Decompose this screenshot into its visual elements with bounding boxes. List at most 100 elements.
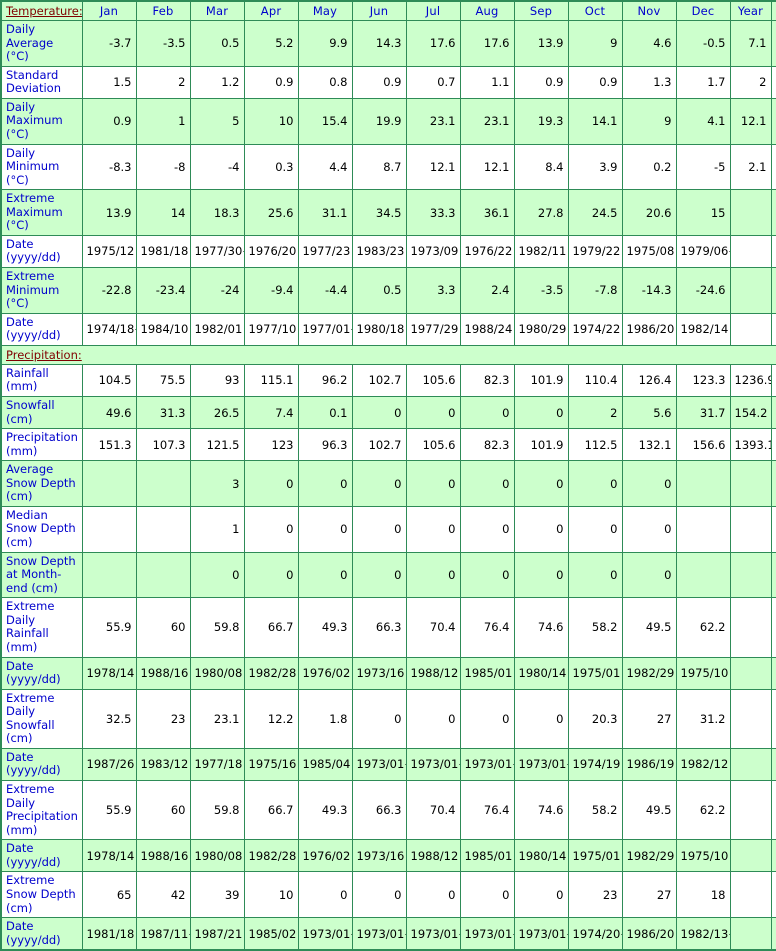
data-cell: 96.2 — [297, 363, 353, 397]
row-label: Date (yyyy/dd) — [0, 917, 83, 951]
data-cell: 93 — [189, 363, 245, 397]
table-row: Extreme Daily Rainfall (mm) 55.9 60 59.8 66.… — [0, 597, 776, 658]
code-cell — [770, 234, 776, 269]
data-cell: 7.1 — [729, 20, 772, 67]
code-cell: D — [770, 97, 776, 145]
data-cell — [675, 505, 731, 553]
data-cell: 34.5 — [351, 189, 407, 236]
data-cell: 5.6 — [621, 395, 677, 430]
data-cell: 2.1 — [729, 143, 772, 191]
data-cell: 0 — [567, 505, 623, 553]
data-cell: 1973/09 — [405, 234, 461, 269]
data-cell: 1982/29 — [621, 656, 677, 690]
data-cell: 75.5 — [135, 363, 191, 397]
row-label: Snow Depth at Month-end (cm) — [0, 551, 83, 599]
data-cell: 102.7 — [351, 428, 407, 462]
row-label: Extreme Snow Depth (cm) — [0, 871, 83, 919]
table-row: Date (yyyy/dd) 1978/14 1988/16 1980/08 1982/… — [0, 656, 776, 690]
data-cell: 1987/21 — [189, 917, 245, 951]
data-cell: 1986/20 — [621, 917, 677, 951]
column-header-may: May — [297, 0, 353, 21]
data-cell: -3.7 — [81, 20, 137, 67]
table-row: Average Snow Depth (cm)300000000D — [0, 460, 776, 507]
data-cell: 12.1 — [729, 97, 772, 145]
data-cell: 23.1 — [189, 688, 245, 749]
data-cell: 58.2 — [567, 779, 623, 841]
data-cell: 1 — [135, 97, 191, 145]
data-cell: 0.9 — [351, 65, 407, 99]
data-cell: 1985/01 — [459, 839, 515, 873]
data-cell: 55.9 — [81, 597, 137, 658]
data-cell — [729, 917, 772, 951]
data-cell: -22.8 — [81, 267, 137, 314]
data-cell: 8.7 — [351, 143, 407, 191]
data-cell — [81, 505, 137, 553]
data-cell: 1980/18 — [351, 312, 407, 346]
data-cell: 1973/01+ — [297, 917, 353, 951]
data-cell: 156.6 — [675, 428, 731, 462]
data-cell: 1985/01 — [459, 656, 515, 690]
data-cell: 123 — [243, 428, 299, 462]
code-cell — [770, 747, 776, 782]
column-header-mar: Mar — [189, 0, 245, 21]
table-row: Snow Depth at Month-end (cm)000000000D — [0, 551, 776, 599]
row-label: Date (yyyy/dd) — [0, 839, 83, 873]
data-cell: 31.7 — [675, 395, 731, 430]
data-cell: 19.3 — [513, 97, 569, 145]
data-cell — [729, 871, 772, 919]
data-cell: 0 — [513, 551, 569, 599]
data-cell: 107.3 — [135, 428, 191, 462]
data-cell: 1982/29 — [621, 839, 677, 873]
data-cell: 13.9 — [81, 189, 137, 236]
data-cell: 0.7 — [405, 65, 461, 99]
data-cell: 151.3 — [81, 428, 137, 462]
data-cell: 121.5 — [189, 428, 245, 462]
data-cell: 1982/01 — [189, 312, 245, 346]
data-cell: 42 — [135, 871, 191, 919]
data-cell: 1979/22 — [567, 234, 623, 269]
data-cell: 49.6 — [81, 395, 137, 430]
data-cell: 0 — [405, 505, 461, 553]
data-cell: 0 — [405, 460, 461, 507]
row-label: Date (yyyy/dd) — [0, 234, 83, 269]
data-cell: 17.6 — [459, 20, 515, 67]
data-cell: 7.4 — [243, 395, 299, 430]
data-cell: 1973/01+ — [351, 917, 407, 951]
row-label: Daily Minimum (°C) — [0, 143, 83, 191]
data-cell: 1.8 — [297, 688, 353, 749]
data-cell: 62.2 — [675, 597, 731, 658]
data-cell: 1986/19 — [621, 747, 677, 782]
data-cell: 1981/18 — [135, 234, 191, 269]
data-cell: 0 — [405, 551, 461, 599]
data-cell: 20.3 — [567, 688, 623, 749]
data-cell: 1980/14 — [513, 656, 569, 690]
data-cell: 1973/16 — [351, 839, 407, 873]
data-cell: 17.6 — [405, 20, 461, 67]
data-cell: 27.8 — [513, 189, 569, 236]
table-body: Temperature: Jan Feb Mar Apr May Jun Jul Aug Sep O… — [0, 0, 776, 951]
row-label: Extreme Maximum (°C) — [0, 189, 83, 236]
data-cell: 14.1 — [567, 97, 623, 145]
data-cell: 1.3 — [621, 65, 677, 99]
data-cell: 9 — [621, 97, 677, 145]
data-cell: 1984/10 — [135, 312, 191, 346]
data-cell: 13.9 — [513, 20, 569, 67]
data-cell: -3.5 — [513, 267, 569, 314]
code-cell — [770, 688, 776, 749]
data-cell: 12.1 — [459, 143, 515, 191]
data-cell: -8.3 — [81, 143, 137, 191]
data-cell: 1979/06+ — [675, 234, 731, 269]
data-cell: -23.4 — [135, 267, 191, 314]
data-cell: 4.1 — [675, 97, 731, 145]
data-cell — [729, 234, 772, 269]
table-row: Daily Maximum (°C) 0.9 1 5 10 15.4 19.9 23.1 23.… — [0, 97, 776, 145]
data-cell: 23 — [135, 688, 191, 749]
code-cell: D — [770, 505, 776, 553]
column-header-feb: Feb — [135, 0, 191, 21]
data-cell: 1982/28 — [243, 839, 299, 873]
code-cell: D — [770, 143, 776, 191]
data-cell: 1976/22 — [459, 234, 515, 269]
data-cell: 1980/14 — [513, 839, 569, 873]
data-cell: 1973/01+ — [405, 747, 461, 782]
data-cell: 59.8 — [189, 597, 245, 658]
